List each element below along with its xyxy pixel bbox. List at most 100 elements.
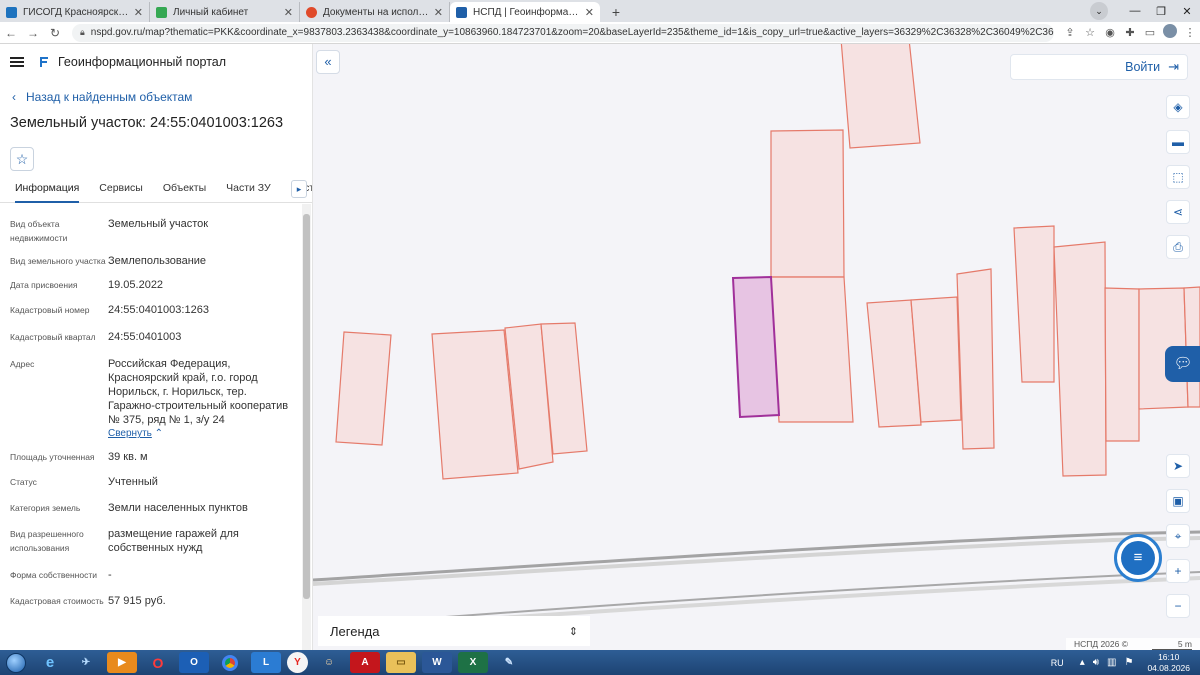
selected-land-parcel[interactable] — [731, 275, 781, 419]
portal-logo-icon — [40, 57, 48, 67]
cadastral-map[interactable] — [313, 44, 1200, 650]
network-icon[interactable]: ▥ — [1107, 657, 1116, 668]
volume-icon[interactable]: 🔊︎ — [1093, 657, 1099, 668]
outlook-icon[interactable]: O — [179, 652, 209, 673]
address-value-block: Российская Федерация, Красноярский край,… — [108, 357, 291, 441]
close-window-button[interactable]: ✕ — [1174, 5, 1200, 18]
hamburger-menu-icon[interactable] — [10, 57, 24, 67]
property-row: Кадастровая стоимость 57 915 руб. — [0, 594, 301, 608]
login-button[interactable]: Войти ⇥ — [1010, 54, 1188, 80]
close-icon[interactable]: ✕ — [284, 6, 293, 19]
url-field[interactable]: 🔒︎ nspd.gov.ru/map?thematic=PKK&coordina… — [72, 23, 1054, 42]
land-parcel[interactable] — [770, 129, 845, 278]
bookmark-star-icon[interactable]: ☆ — [1080, 26, 1100, 39]
excel-icon[interactable]: X — [458, 652, 488, 673]
sidebar-icon[interactable]: ▭ — [1140, 26, 1160, 39]
property-value: 39 кв. м — [108, 451, 148, 463]
tabs-scroll-right-button[interactable]: ▸ — [291, 180, 307, 198]
feedback-fab[interactable]: ≡ — [1114, 534, 1162, 582]
collapse-panel-button[interactable]: « — [316, 50, 340, 74]
user-app-icon[interactable]: ☺ — [314, 652, 344, 673]
geolocate-button[interactable]: ➤ — [1166, 454, 1190, 478]
navigation-arrow-icon: ➤ — [1172, 459, 1184, 473]
browser-tab-strip: ГИСОГД Красноярского края ✕ Личный кабин… — [0, 0, 1200, 22]
tab-services[interactable]: Сервисы — [99, 177, 143, 203]
minimap-button[interactable]: ▣ — [1166, 489, 1190, 513]
forward-arrow-icon[interactable]: → — [22, 26, 44, 40]
clock[interactable]: 16:10 04.08.2026 — [1147, 652, 1190, 674]
close-icon[interactable]: ✕ — [134, 6, 143, 19]
back-to-results-link[interactable]: ‹ Назад к найденным объектам — [12, 89, 312, 105]
collapse-link[interactable]: Свернуть ⌃ — [108, 427, 291, 441]
puzzle-icon[interactable]: ✚ — [1120, 26, 1140, 39]
tool-app-icon[interactable]: ✎ — [494, 652, 524, 673]
land-parcel[interactable] — [1013, 225, 1055, 383]
yandex-icon[interactable]: Y — [287, 652, 308, 673]
profile-avatar[interactable] — [1160, 24, 1180, 41]
lock-icon: 🔒︎ — [80, 27, 85, 37]
property-value: Российская Федерация, Красноярский край,… — [108, 358, 289, 426]
land-parcel[interactable] — [840, 44, 921, 149]
favorite-button[interactable]: ☆ — [10, 147, 34, 171]
ie-icon[interactable]: e — [35, 652, 65, 673]
bird-app-icon[interactable]: ✈ — [71, 652, 101, 673]
browser-tab-gisogd[interactable]: ГИСОГД Красноярского края ✕ — [0, 2, 150, 22]
media-player-icon[interactable]: ▶ — [107, 652, 137, 673]
search-location-button[interactable]: ⌖ — [1166, 524, 1190, 548]
extension-icon[interactable]: ◉ — [1100, 26, 1120, 39]
show-hidden-icon[interactable]: ▴ — [1080, 657, 1085, 668]
tab-parts[interactable]: Части ЗУ — [226, 177, 271, 203]
property-row: Адрес Российская Федерация, Красноярский… — [0, 357, 301, 441]
land-parcel[interactable] — [335, 331, 392, 446]
collapse-label: Свернуть — [108, 428, 152, 439]
print-button[interactable]: ⎙ — [1166, 235, 1190, 259]
chrome-icon[interactable] — [215, 652, 245, 673]
panel-scrollbar[interactable] — [302, 204, 311, 650]
new-tab-button[interactable]: + — [606, 2, 626, 22]
share-button[interactable]: ⋖ — [1166, 200, 1190, 224]
lync-icon[interactable]: L — [251, 652, 281, 673]
property-value: Земли населенных пунктов — [108, 502, 248, 514]
land-parcel[interactable] — [431, 329, 519, 480]
land-parcel[interactable] — [956, 268, 995, 450]
browser-extensions: ⇪ ☆ ◉ ✚ ▭ ⋮ — [1060, 24, 1200, 41]
property-value: 24:55:0401003:1263 — [108, 304, 209, 316]
land-parcel[interactable] — [1104, 287, 1140, 442]
browser-tab-documents[interactable]: Документы на исполнении ✕ — [300, 2, 450, 22]
tab-search-icon[interactable]: ⌄ — [1090, 2, 1108, 20]
zoom-in-button[interactable]: + — [1166, 559, 1190, 583]
pdf-icon[interactable]: A — [350, 652, 380, 673]
land-parcel[interactable] — [1053, 241, 1107, 477]
scrollbar-thumb[interactable] — [303, 214, 310, 599]
tab-information[interactable]: Информация — [15, 177, 80, 203]
property-key: Вид земельного участка — [10, 256, 106, 266]
chevron-left-icon: ‹ — [12, 90, 16, 104]
reload-icon[interactable]: ↻ — [44, 26, 66, 40]
layers-button[interactable]: ◈ — [1166, 95, 1190, 119]
start-button[interactable] — [0, 650, 32, 675]
menu-dots-icon[interactable]: ⋮ — [1180, 26, 1200, 39]
flag-icon[interactable]: ⚑ — [1124, 657, 1133, 668]
zoom-out-button[interactable]: − — [1166, 594, 1190, 618]
map-canvas[interactable]: « Войти ⇥ ◈ ▬ ⬚ ⋖ ⎙ 💬︎ ➤ ▣ ⌖ + − ≡ Леген… — [313, 44, 1200, 650]
tab-objects[interactable]: Объекты — [163, 177, 206, 203]
share-icon[interactable]: ⇪ — [1060, 26, 1080, 39]
word-icon[interactable]: W — [422, 652, 452, 673]
close-icon[interactable]: ✕ — [434, 6, 443, 19]
back-arrow-icon[interactable]: ← — [0, 26, 22, 40]
restore-button[interactable]: ❐ — [1148, 5, 1174, 18]
opera-icon[interactable]: O — [143, 652, 173, 673]
browser-tab-cabinet[interactable]: Личный кабинет ✕ — [150, 2, 300, 22]
road-edge — [313, 530, 1200, 582]
measure-button[interactable]: ▬ — [1166, 130, 1190, 154]
select-area-button[interactable]: ⬚ — [1166, 165, 1190, 189]
system-tray: RU ▴ 🔊︎ ▥ ⚑ 16:10 04.08.2026 — [1051, 650, 1200, 675]
close-icon[interactable]: ✕ — [585, 6, 594, 19]
minimize-button[interactable]: — — [1122, 5, 1148, 17]
folder-icon[interactable]: ▭ — [386, 652, 416, 673]
browser-tab-nspd[interactable]: НСПД | Геоинформационный п… ✕ — [450, 2, 600, 22]
assistant-button[interactable]: 💬︎ — [1165, 346, 1200, 382]
legend-panel[interactable]: Легенда ⇕ — [318, 616, 590, 646]
land-parcel[interactable] — [770, 276, 854, 423]
language-indicator[interactable]: RU — [1051, 658, 1064, 668]
